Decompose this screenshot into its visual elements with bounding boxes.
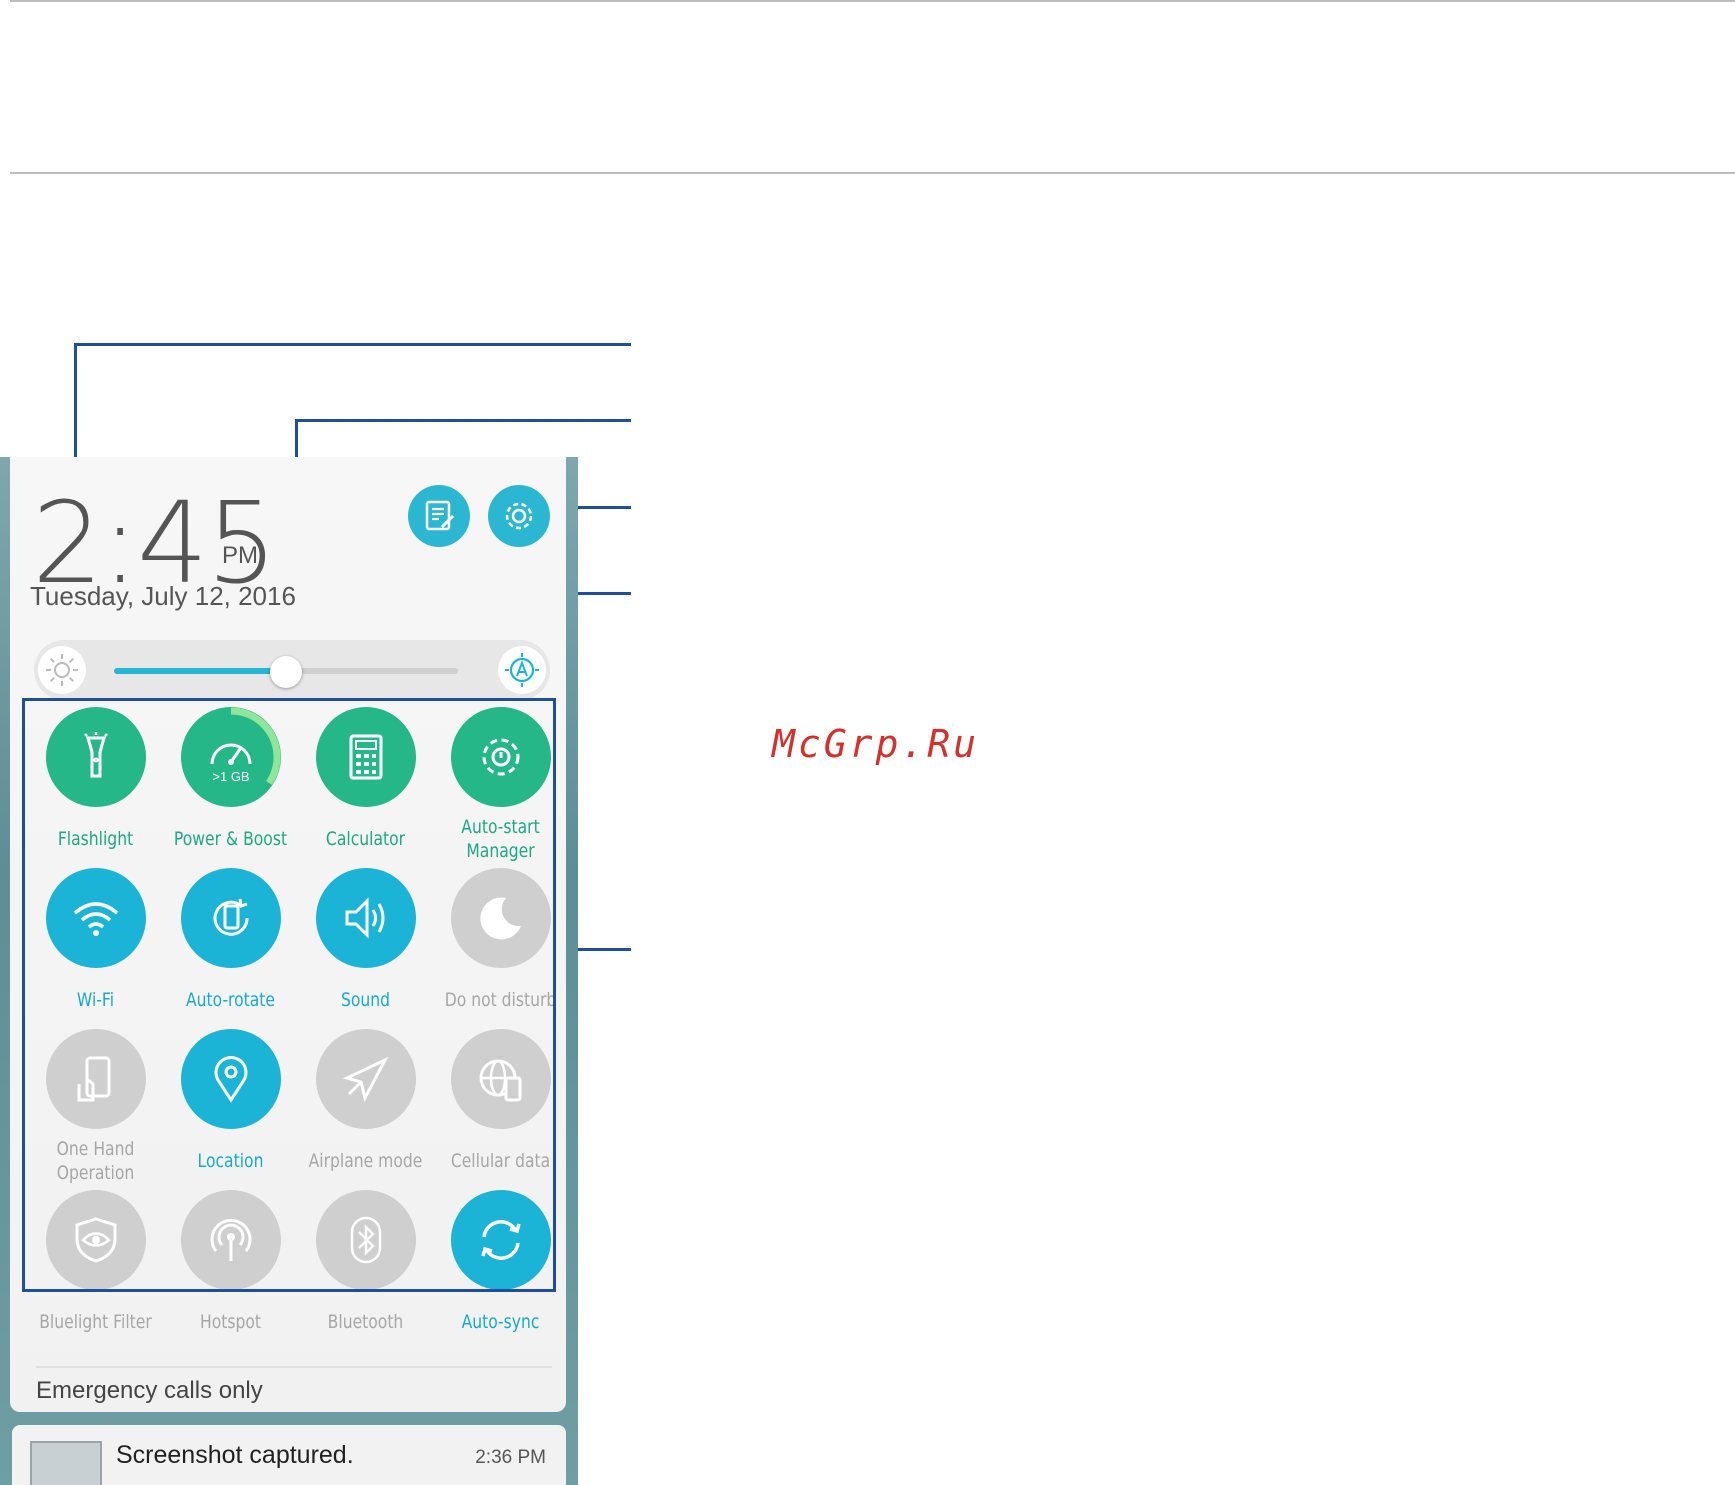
qs-tile-label: Hotspot — [199, 1311, 262, 1333]
callout-line-slider-h — [295, 419, 631, 422]
screenshot-thumbnail — [30, 1441, 102, 1485]
clock-date: Tuesday, July 12, 2016 — [30, 581, 296, 611]
qs-tile-label: Bluelight Filter — [39, 1311, 152, 1333]
sun-icon — [46, 654, 78, 686]
brightness-track[interactable] — [114, 656, 458, 688]
brightness-bar — [34, 640, 550, 700]
header-rule — [10, 172, 1735, 174]
emergency-calls-text: Emergency calls only — [36, 1377, 263, 1404]
gear-icon — [505, 502, 533, 530]
panel-divider — [36, 1366, 552, 1368]
brightness-fill — [114, 668, 286, 674]
auto-brightness-button[interactable] — [498, 646, 546, 694]
brightness-thumb[interactable] — [270, 656, 302, 688]
qs-tile-label: Bluetooth — [327, 1311, 404, 1333]
quick-settings-highlight — [22, 698, 556, 1292]
settings-button[interactable] — [488, 485, 550, 547]
auto-brightness-icon — [505, 653, 539, 687]
clock-ampm: PM — [222, 542, 258, 569]
notification-title: Screenshot captured. — [116, 1441, 354, 1469]
notes-button[interactable] — [408, 485, 470, 547]
screenshot-notification[interactable]: Screenshot captured. 2:36 PM — [12, 1425, 566, 1485]
callout-line-brightness-low-h — [74, 343, 631, 346]
brightness-low-button[interactable] — [38, 646, 86, 694]
top-rule — [10, 0, 1735, 2]
qs-tile-label: Auto-sync — [461, 1311, 540, 1333]
watermark: McGrp.Ru — [772, 722, 980, 766]
notification-time: 2:36 PM — [475, 1447, 546, 1468]
notes-icon — [425, 500, 455, 531]
